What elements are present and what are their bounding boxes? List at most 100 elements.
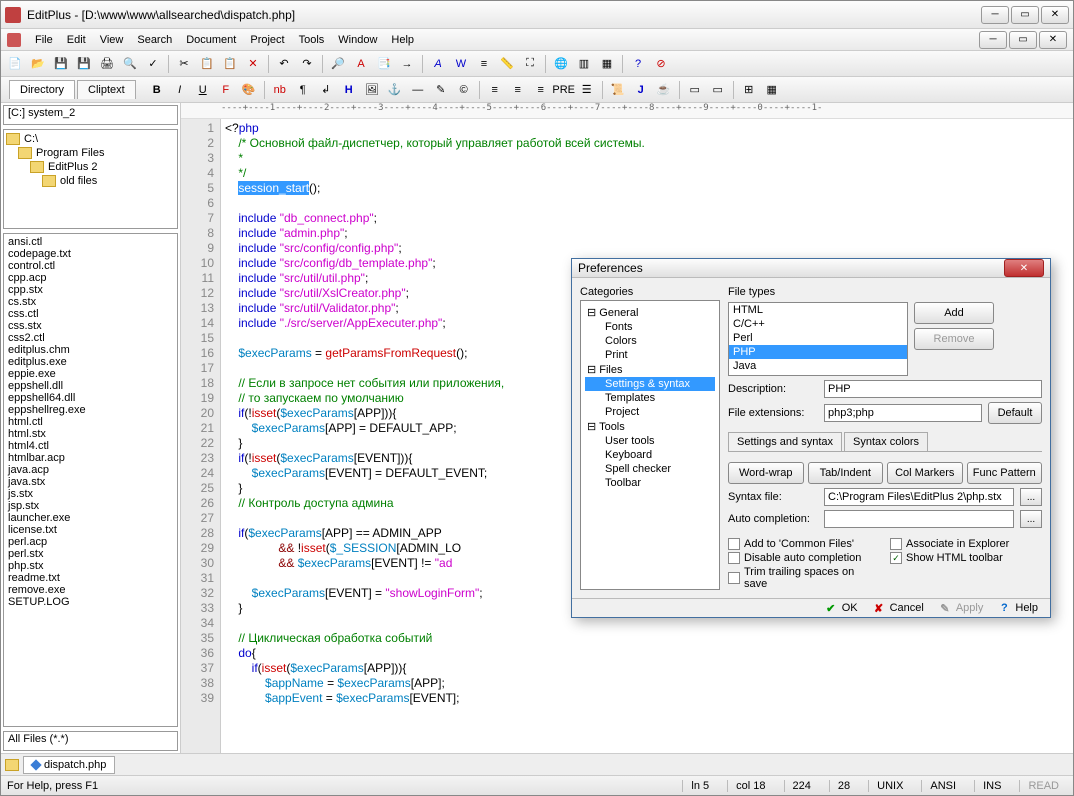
- category-sub-item[interactable]: Project: [585, 405, 715, 419]
- checkbox-disable-auto-completion[interactable]: Disable auto completion: [728, 552, 880, 564]
- prefs-titlebar[interactable]: Preferences ✕: [572, 259, 1050, 278]
- file-item[interactable]: html4.ctl: [6, 440, 175, 452]
- drive-select[interactable]: [C:] system_2: [3, 105, 178, 125]
- fullscreen-icon[interactable]: ⛶: [520, 54, 540, 74]
- window-icon[interactable]: ▦: [597, 54, 617, 74]
- auto-input[interactable]: [824, 510, 1014, 528]
- category-item[interactable]: ⊟ General: [585, 305, 715, 320]
- file-item[interactable]: eppshellreg.exe: [6, 404, 175, 416]
- category-item[interactable]: ⊟ Files: [585, 362, 715, 377]
- filetype-item[interactable]: PHP: [729, 345, 907, 359]
- folder-item[interactable]: EditPlus 2: [6, 160, 175, 174]
- new-icon[interactable]: 📄: [5, 54, 25, 74]
- wordwrap-button[interactable]: Word-wrap: [728, 462, 804, 484]
- checkbox-trim-trailing-spaces-on-save[interactable]: Trim trailing spaces on save: [728, 566, 880, 590]
- file-item[interactable]: ansi.ctl: [6, 236, 175, 248]
- file-item[interactable]: eppshell.dll: [6, 380, 175, 392]
- print-icon[interactable]: 🖨: [97, 54, 117, 74]
- menu-edit[interactable]: Edit: [67, 34, 86, 46]
- filetype-item[interactable]: Perl: [729, 331, 907, 345]
- minimize-button[interactable]: ─: [981, 6, 1009, 24]
- file-item[interactable]: eppie.exe: [6, 368, 175, 380]
- category-sub-item[interactable]: Print: [585, 348, 715, 362]
- menu-tools[interactable]: Tools: [299, 34, 325, 46]
- split-icon[interactable]: ▥: [574, 54, 594, 74]
- filetypes-list[interactable]: HTMLC/C++PerlPHPJava: [728, 302, 908, 376]
- italic-icon[interactable]: I: [170, 80, 190, 100]
- open-icon[interactable]: 📂: [28, 54, 48, 74]
- checkbox-show-html-toolbar[interactable]: ✓Show HTML toolbar: [890, 552, 1042, 564]
- tab-directory[interactable]: Directory: [9, 80, 75, 99]
- spell-icon[interactable]: ✓: [143, 54, 163, 74]
- checkbox-add-to-common-files-[interactable]: Add to 'Common Files': [728, 538, 880, 550]
- file-item[interactable]: cs.stx: [6, 296, 175, 308]
- form-icon[interactable]: ▭: [685, 80, 705, 100]
- pre-icon[interactable]: PRE: [554, 80, 574, 100]
- break-icon[interactable]: ↲: [316, 80, 336, 100]
- menu-project[interactable]: Project: [250, 34, 284, 46]
- tab-settings-syntax[interactable]: Settings and syntax: [728, 432, 842, 451]
- file-item[interactable]: launcher.exe: [6, 512, 175, 524]
- copy-icon[interactable]: 📋: [197, 54, 217, 74]
- font-icon[interactable]: F: [216, 80, 236, 100]
- bold-icon[interactable]: B: [147, 80, 167, 100]
- folder-item[interactable]: Program Files: [6, 146, 175, 160]
- folder-item[interactable]: C:\: [6, 132, 175, 146]
- tab-cliptext[interactable]: Cliptext: [77, 80, 136, 99]
- findfiles-icon[interactable]: 📑: [374, 54, 394, 74]
- doc-restore-button[interactable]: ▭: [1009, 31, 1037, 49]
- help-button[interactable]: ?Help: [997, 601, 1038, 615]
- goto-icon[interactable]: →: [397, 54, 417, 74]
- anchor-icon[interactable]: ⚓: [385, 80, 405, 100]
- char-icon[interactable]: ©: [454, 80, 474, 100]
- file-item[interactable]: css.stx: [6, 320, 175, 332]
- file-item[interactable]: license.txt: [6, 524, 175, 536]
- file-item[interactable]: html.stx: [6, 428, 175, 440]
- remove-button[interactable]: Remove: [914, 328, 994, 350]
- heading-icon[interactable]: H: [339, 80, 359, 100]
- folder-item[interactable]: old files: [6, 174, 175, 188]
- doc-close-button[interactable]: ✕: [1039, 31, 1067, 49]
- image-icon[interactable]: 🖼: [362, 80, 382, 100]
- maximize-button[interactable]: ▭: [1011, 6, 1039, 24]
- para-icon[interactable]: ¶: [293, 80, 313, 100]
- left-icon[interactable]: ≡: [485, 80, 505, 100]
- folder-icon[interactable]: [5, 759, 19, 771]
- file-item[interactable]: css2.ctl: [6, 332, 175, 344]
- list-icon[interactable]: ☰: [577, 80, 597, 100]
- file-item[interactable]: cpp.acp: [6, 272, 175, 284]
- find-icon[interactable]: 🔎: [328, 54, 348, 74]
- file-item[interactable]: SETUP.LOG: [6, 596, 175, 608]
- delete-icon[interactable]: ✕: [243, 54, 263, 74]
- folder-tree[interactable]: C:\Program FilesEditPlus 2old files: [3, 129, 178, 229]
- funcpattern-button[interactable]: Func Pattern: [967, 462, 1043, 484]
- wordwrap-icon[interactable]: W: [451, 54, 471, 74]
- doc-minimize-button[interactable]: ─: [979, 31, 1007, 49]
- file-item[interactable]: control.ctl: [6, 260, 175, 272]
- file-item[interactable]: java.acp: [6, 464, 175, 476]
- preview-icon[interactable]: 🔍: [120, 54, 140, 74]
- cut-icon[interactable]: ✂: [174, 54, 194, 74]
- category-sub-item[interactable]: Colors: [585, 334, 715, 348]
- file-item[interactable]: eppshell64.dll: [6, 392, 175, 404]
- menu-view[interactable]: View: [100, 34, 124, 46]
- right-icon[interactable]: ≡: [531, 80, 551, 100]
- j-icon[interactable]: J: [631, 80, 651, 100]
- file-item[interactable]: htmlbar.acp: [6, 452, 175, 464]
- file-item[interactable]: perl.acp: [6, 536, 175, 548]
- replace-icon[interactable]: A: [351, 54, 371, 74]
- frame-icon[interactable]: ▦: [762, 80, 782, 100]
- add-button[interactable]: Add: [914, 302, 994, 324]
- cancel-button[interactable]: ✘Cancel: [872, 601, 924, 615]
- category-sub-item[interactable]: Templates: [585, 391, 715, 405]
- syntax-browse-button[interactable]: ...: [1020, 488, 1042, 506]
- file-item[interactable]: perl.stx: [6, 548, 175, 560]
- filter-select[interactable]: All Files (*.*): [3, 731, 178, 751]
- paste-icon[interactable]: 📋: [220, 54, 240, 74]
- close-button[interactable]: ✕: [1041, 6, 1069, 24]
- script-icon[interactable]: 📜: [608, 80, 628, 100]
- file-list[interactable]: ansi.ctlcodepage.txtcontrol.ctlcpp.acpcp…: [3, 233, 178, 727]
- file-item[interactable]: html.ctl: [6, 416, 175, 428]
- nbsp-icon[interactable]: nb: [270, 80, 290, 100]
- ruler-icon[interactable]: 📏: [497, 54, 517, 74]
